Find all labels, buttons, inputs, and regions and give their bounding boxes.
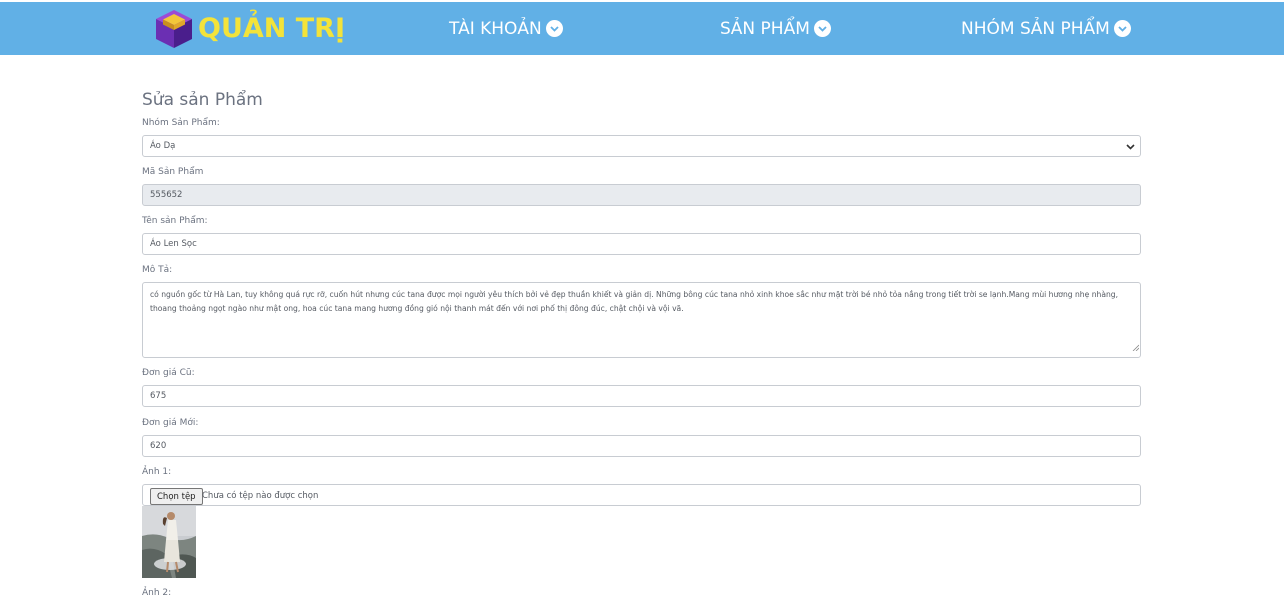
code-label: Mã Sản Phẩm [142,167,204,177]
product-name-input[interactable]: Áo Len Sọc [142,233,1141,255]
chevron-down-icon [545,20,563,37]
chevron-down-icon [1113,20,1131,37]
admin-logo[interactable]: QUẢN TRỊ [154,8,345,50]
image1-label: Ảnh 1: [142,467,172,477]
description-textarea[interactable]: có nguồn gốc từ Hà Lan, tuy không quá rự… [142,282,1141,358]
nav-item-label: SẢN PHẨM [720,18,810,39]
top-navbar: QUẢN TRỊ TÀI KHOẢN SẢN PHẨM NHÓM SẢN PHẨ… [0,2,1284,55]
new-price-label: Đơn giá Mới: [142,418,199,428]
description-label: Mô Tả: [142,265,173,275]
old-price-input[interactable]: 675 [142,385,1141,407]
group-select-value: Áo Dạ [150,141,176,151]
nav-item-label: NHÓM SẢN PHẨM [961,18,1110,39]
product-name-value: Áo Len Sọc [150,239,197,249]
nav-nhom-san-pham[interactable]: NHÓM SẢN PHẨM [961,2,1131,55]
group-label: Nhóm Sản Phẩm: [142,118,220,128]
new-price-value: 620 [150,441,167,451]
image2-label: Ảnh 2: [142,588,172,598]
product-image-thumbnail [142,506,196,578]
choose-file-button[interactable]: Chọn tệp [150,488,203,505]
page-title: Sửa sản Phẩm [142,90,263,110]
nav-tai-khoan[interactable]: TÀI KHOẢN [449,2,563,55]
nav-san-pham[interactable]: SẢN PHẨM [720,2,831,55]
description-value: có nguồn gốc từ Hà Lan, tuy không quá rự… [150,290,1119,313]
name-label: Tên sản Phẩm: [142,216,208,226]
file-status-text: Chưa có tệp nào được chọn [202,491,319,501]
chevron-down-icon [813,20,831,37]
old-price-value: 675 [150,391,167,401]
chevron-down-icon [1125,141,1136,155]
product-code-value: 555652 [150,190,183,200]
resize-handle-icon[interactable] [1132,342,1140,356]
group-select[interactable]: Áo Dạ [142,135,1141,157]
old-price-label: Đơn giá Cũ: [142,368,195,378]
cube-logo-icon [154,8,194,50]
logo-text: QUẢN TRỊ [198,13,346,44]
new-price-input[interactable]: 620 [142,435,1141,457]
product-code-field: 555652 [142,184,1141,206]
nav-item-label: TÀI KHOẢN [449,18,542,39]
